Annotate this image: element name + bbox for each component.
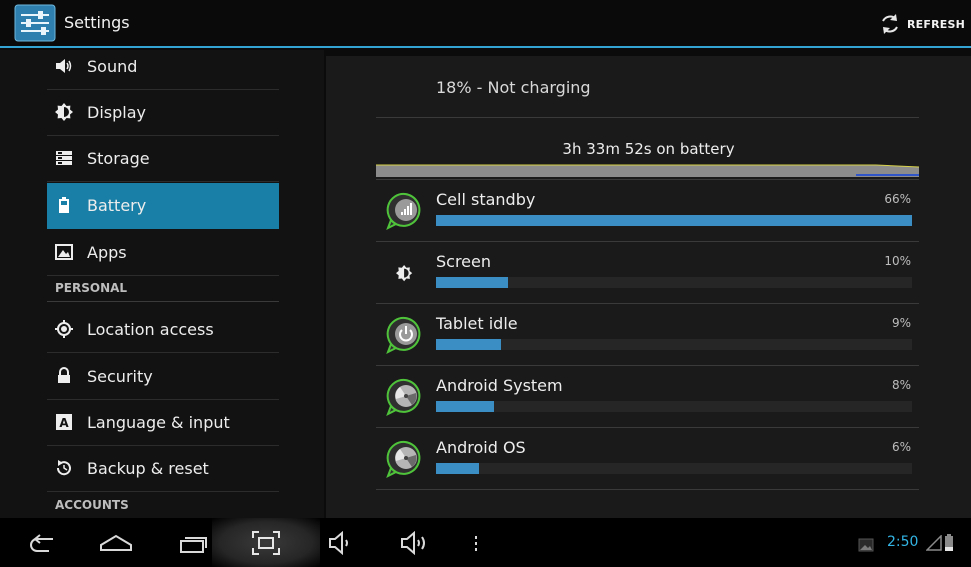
- volume-up-button[interactable]: [395, 518, 437, 567]
- section-header-personal: PERSONAL: [47, 278, 279, 302]
- cell-signal-icon: [386, 192, 421, 230]
- sidebar-item-language-input[interactable]: A Language & input: [47, 400, 279, 446]
- sidebar-item-label: Apps: [87, 243, 127, 262]
- volume-up-icon: [401, 530, 425, 555]
- section-header-label: ACCOUNTS: [55, 498, 129, 512]
- sidebar-item-security[interactable]: Security: [47, 354, 279, 400]
- usage-label: Android OS: [436, 438, 526, 457]
- recent-apps-button[interactable]: [170, 518, 218, 567]
- system-nav-bar: 2:50: [0, 518, 971, 567]
- power-icon: [386, 316, 421, 354]
- settings-list[interactable]: Sound Display Storage Battery Apps PERSO…: [0, 50, 324, 518]
- apps-icon: [55, 244, 73, 260]
- screenshot-notification-icon[interactable]: [858, 538, 874, 552]
- sidebar-item-display[interactable]: Display: [47, 90, 279, 136]
- usage-percent: 9%: [891, 316, 911, 330]
- usage-label: Android System: [436, 376, 563, 395]
- sidebar-item-backup-reset[interactable]: Backup & reset: [47, 446, 279, 492]
- usage-percent: 10%: [884, 254, 911, 268]
- sidebar-item-apps[interactable]: Apps: [47, 230, 279, 276]
- refresh-button[interactable]: REFRESH: [879, 13, 965, 35]
- battery-usage-pane[interactable]: 18% - Not charging 3h 33m 52s on battery…: [326, 56, 971, 518]
- volume-down-button[interactable]: [322, 518, 358, 567]
- battery-status-icon: [945, 534, 953, 551]
- sidebar-item-label: Display: [87, 103, 146, 122]
- sidebar-item-battery[interactable]: Battery: [47, 183, 279, 229]
- sidebar-item-label: Storage: [87, 149, 150, 168]
- sidebar-item-location-access[interactable]: Location access: [47, 307, 279, 353]
- usage-label: Tablet idle: [436, 314, 518, 333]
- recent-apps-icon: [180, 536, 207, 553]
- battery-icon: [59, 197, 69, 213]
- usage-row-android-os[interactable]: Android OS 6%: [376, 428, 919, 490]
- sidebar-item-storage[interactable]: Storage: [47, 136, 279, 182]
- android-os-icon: [386, 440, 421, 478]
- android-system-icon: [386, 378, 421, 416]
- usage-bar-fill: [436, 215, 912, 226]
- section-header-accounts: ACCOUNTS: [47, 495, 279, 518]
- menu-button[interactable]: [464, 518, 488, 567]
- usage-row-cell-standby[interactable]: Cell standby 66%: [376, 180, 919, 242]
- usage-bar-track: [436, 215, 912, 226]
- usage-bar-fill: [436, 463, 480, 474]
- refresh-label: REFRESH: [906, 17, 965, 31]
- usage-label: Cell standby: [436, 190, 536, 209]
- back-icon: [30, 533, 53, 552]
- brightness-icon: [55, 103, 73, 121]
- usage-percent: 66%: [884, 192, 911, 206]
- usage-bar-track: [436, 401, 912, 412]
- sidebar-item-label: Location access: [87, 320, 214, 339]
- home-icon: [100, 534, 132, 551]
- sidebar-item-label: Security: [87, 367, 153, 386]
- action-bar: Settings REFRESH: [0, 0, 971, 48]
- screenshot-button[interactable]: [212, 518, 320, 567]
- refresh-icon: [882, 14, 898, 34]
- keyboard-icon: A: [56, 414, 72, 430]
- back-button[interactable]: [18, 518, 66, 567]
- usage-bar-track: [436, 339, 912, 350]
- usage-row-android-system[interactable]: Android System 8%: [376, 366, 919, 428]
- usage-percent: 6%: [891, 440, 911, 454]
- usage-row-screen[interactable]: Screen 10%: [376, 242, 919, 304]
- usage-percent: 8%: [891, 378, 911, 392]
- signal-icon: [926, 535, 942, 551]
- sidebar-item-label: Battery: [87, 196, 147, 215]
- usage-bar-track: [436, 277, 912, 288]
- svg-text:A: A: [59, 416, 69, 430]
- usage-label: Screen: [436, 252, 492, 271]
- screenshot-icon: [252, 530, 280, 555]
- overflow-menu-icon: [475, 535, 477, 551]
- storage-icon: [56, 151, 72, 165]
- location-icon: [55, 320, 73, 338]
- volume-down-icon: [329, 530, 348, 555]
- sidebar-item-label: Sound: [87, 57, 138, 76]
- battery-duration-text: 3h 33m 52s on battery: [562, 140, 735, 158]
- divider: [376, 117, 919, 118]
- battery-status-text: 18% - Not charging: [436, 78, 591, 97]
- screen-brightness-icon: [396, 265, 413, 282]
- usage-bar-track: [436, 463, 912, 474]
- backup-icon: [56, 460, 71, 476]
- usage-bar-fill: [436, 401, 494, 412]
- clock[interactable]: 2:50: [887, 534, 918, 550]
- battery-history-graph[interactable]: [376, 160, 919, 177]
- sidebar-item-sound[interactable]: Sound: [47, 50, 279, 90]
- sidebar-item-label: Backup & reset: [87, 459, 209, 478]
- usage-bar-fill: [436, 339, 501, 350]
- settings-app-icon[interactable]: [14, 4, 56, 42]
- lock-icon: [58, 367, 70, 383]
- sidebar-item-label: Language & input: [87, 413, 230, 432]
- section-header-label: PERSONAL: [55, 281, 128, 295]
- home-button[interactable]: [92, 518, 140, 567]
- usage-bar-fill: [436, 277, 509, 288]
- speaker-icon: [56, 59, 72, 73]
- page-title: Settings: [64, 13, 130, 32]
- usage-row-tablet-idle[interactable]: Tablet idle 9%: [376, 304, 919, 366]
